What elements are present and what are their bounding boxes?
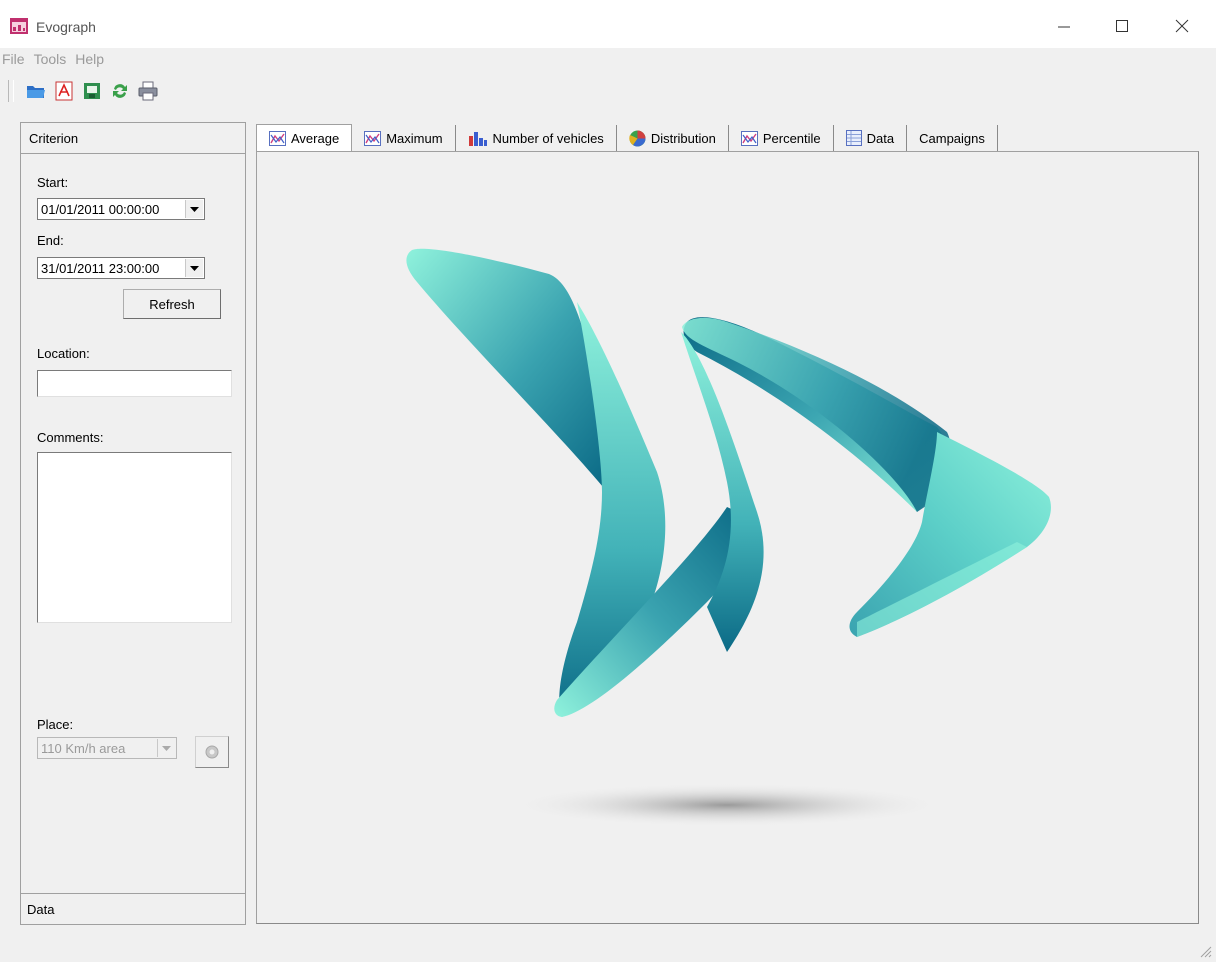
tab-average-label: Average (291, 131, 340, 146)
chart-area (256, 151, 1199, 924)
criterion-header[interactable]: Criterion (21, 123, 245, 154)
menu-tools[interactable]: Tools (34, 49, 74, 71)
criterion-panel: Criterion Start: 01/01/2011 00:00:00 End… (20, 122, 246, 925)
pdf-icon (55, 81, 73, 101)
tab-average[interactable]: Average (256, 123, 353, 153)
refresh-icon (113, 84, 127, 98)
title-bar: Evograph (0, 0, 1216, 48)
bar-chart-icon (468, 132, 487, 146)
window-title: Evograph (36, 19, 96, 35)
end-dropdown-button[interactable] (185, 259, 203, 277)
close-icon (1175, 19, 1189, 33)
menu-help[interactable]: Help (75, 49, 111, 71)
tab-number-of-vehicles-label: Number of vehicles (492, 130, 604, 146)
refresh-toolbar-button[interactable] (108, 79, 132, 103)
tab-number-of-vehicles[interactable]: Number of vehicles (456, 125, 617, 151)
menu-file[interactable]: File (2, 49, 32, 71)
tab-campaigns[interactable]: Campaigns (907, 125, 998, 151)
tab-data[interactable]: Data (834, 125, 908, 151)
toolbar-grip[interactable] (8, 80, 14, 102)
tab-campaigns-label: Campaigns (919, 130, 985, 146)
chevron-down-icon (190, 206, 199, 212)
start-datetime-value: 01/01/2011 00:00:00 (41, 202, 160, 217)
comments-label: Comments: (37, 430, 104, 445)
comments-textarea[interactable] (37, 452, 232, 623)
open-folder-icon (27, 86, 45, 98)
tab-maximum[interactable]: Maximum (352, 125, 456, 151)
resize-grip-icon[interactable] (1198, 944, 1212, 958)
line-chart-icon (269, 131, 286, 146)
start-dropdown-button[interactable] (185, 200, 203, 218)
export-icon (84, 83, 100, 99)
place-settings-button[interactable] (195, 736, 229, 768)
refresh-button-label: Refresh (149, 296, 195, 312)
criterion-header-label: Criterion (29, 130, 79, 146)
chevron-down-icon (190, 265, 199, 271)
app-icon (10, 18, 28, 34)
refresh-button[interactable]: Refresh (123, 289, 221, 319)
maximize-icon (1116, 20, 1128, 32)
menu-bar: File Tools Help (0, 49, 111, 71)
data-section-header[interactable]: Data (21, 893, 245, 924)
pie-chart-icon (629, 130, 646, 146)
end-label: End: (37, 233, 64, 248)
place-select[interactable]: 110 Km/h area (37, 737, 177, 759)
pdf-button[interactable] (52, 79, 76, 103)
open-button[interactable] (24, 79, 48, 103)
export-button[interactable] (80, 79, 104, 103)
print-button[interactable] (136, 79, 160, 103)
minimize-icon (1058, 26, 1070, 28)
line-chart-icon (364, 130, 382, 146)
tab-maximum-label: Maximum (386, 130, 443, 146)
toolbar (8, 76, 160, 106)
evolis-logo (406, 248, 1051, 827)
location-input[interactable] (37, 370, 232, 397)
maximize-button[interactable] (1110, 14, 1134, 38)
place-value: 110 Km/h area (41, 741, 126, 756)
location-label: Location: (37, 346, 90, 361)
tab-data-label: Data (866, 130, 895, 146)
start-datetime-picker[interactable]: 01/01/2011 00:00:00 (37, 198, 205, 220)
tab-percentile-label: Percentile (762, 130, 821, 146)
print-icon (138, 81, 158, 101)
gear-icon (205, 745, 219, 759)
tab-distribution[interactable]: Distribution (617, 125, 729, 151)
data-section-label: Data (27, 901, 55, 917)
place-dropdown-button[interactable] (157, 739, 175, 757)
line-chart-icon (740, 130, 758, 146)
tab-distribution-label: Distribution (650, 130, 716, 146)
minimize-button[interactable] (1052, 14, 1076, 38)
close-button[interactable] (1170, 14, 1194, 38)
place-label: Place: (37, 717, 74, 732)
chevron-down-icon (162, 745, 171, 751)
tab-percentile[interactable]: Percentile (729, 125, 834, 151)
tab-bar: Average Maximum Number of vehicles Distr… (256, 123, 998, 153)
end-datetime-value: 31/01/2011 23:00:00 (41, 261, 160, 276)
table-icon (845, 130, 862, 146)
end-datetime-picker[interactable]: 31/01/2011 23:00:00 (37, 257, 205, 279)
start-label: Start: (37, 175, 69, 190)
